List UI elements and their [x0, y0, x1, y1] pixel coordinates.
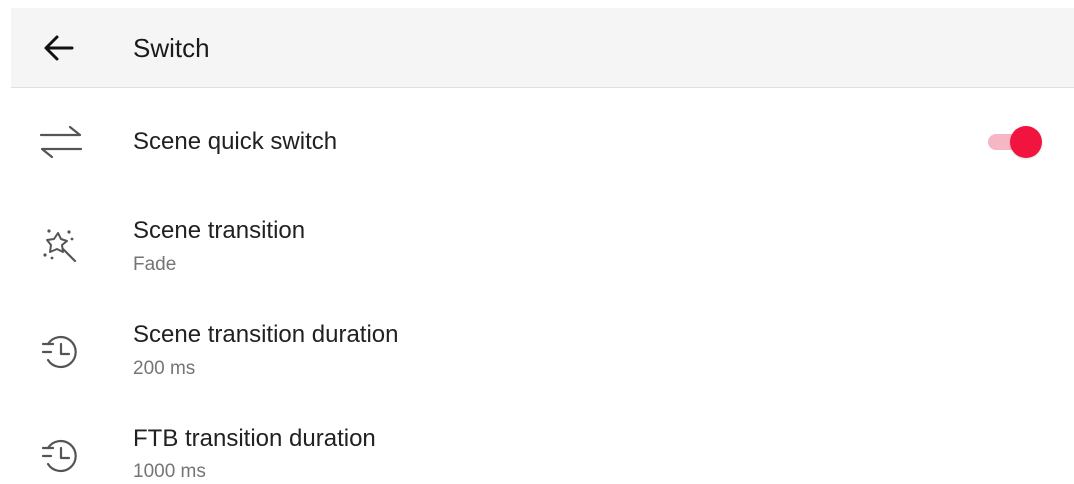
setting-summary: Fade	[133, 254, 177, 275]
setting-summary: 200 ms	[133, 358, 196, 379]
back-button[interactable]	[39, 30, 79, 70]
scene-quick-switch-toggle[interactable]	[986, 126, 1046, 158]
clock-history-icon	[37, 432, 85, 480]
arrow-left-icon	[42, 31, 76, 70]
settings-screen: Switch Scene quick switch Scene transiti…	[0, 0, 1074, 484]
setting-summary: 1000 ms	[133, 461, 206, 482]
setting-title: Scene quick switch	[133, 128, 338, 155]
app-bar: Switch	[11, 8, 1074, 88]
swap-arrows-icon	[37, 118, 85, 166]
setting-scene-transition[interactable]: Scene transition Fade	[11, 196, 1074, 292]
switch-thumb	[1010, 126, 1042, 158]
setting-title: Scene transition duration	[133, 321, 399, 348]
page-title: Switch	[133, 33, 210, 63]
setting-title: Scene transition	[133, 217, 306, 244]
setting-scene-quick-switch[interactable]: Scene quick switch	[11, 100, 1074, 184]
setting-title: FTB transition duration	[133, 425, 376, 452]
setting-ftb-transition-duration[interactable]: FTB transition duration 1000 ms	[11, 404, 1074, 484]
clock-history-icon	[37, 328, 85, 376]
setting-scene-transition-duration[interactable]: Scene transition duration 200 ms	[11, 300, 1074, 396]
magic-wand-icon	[37, 220, 85, 268]
